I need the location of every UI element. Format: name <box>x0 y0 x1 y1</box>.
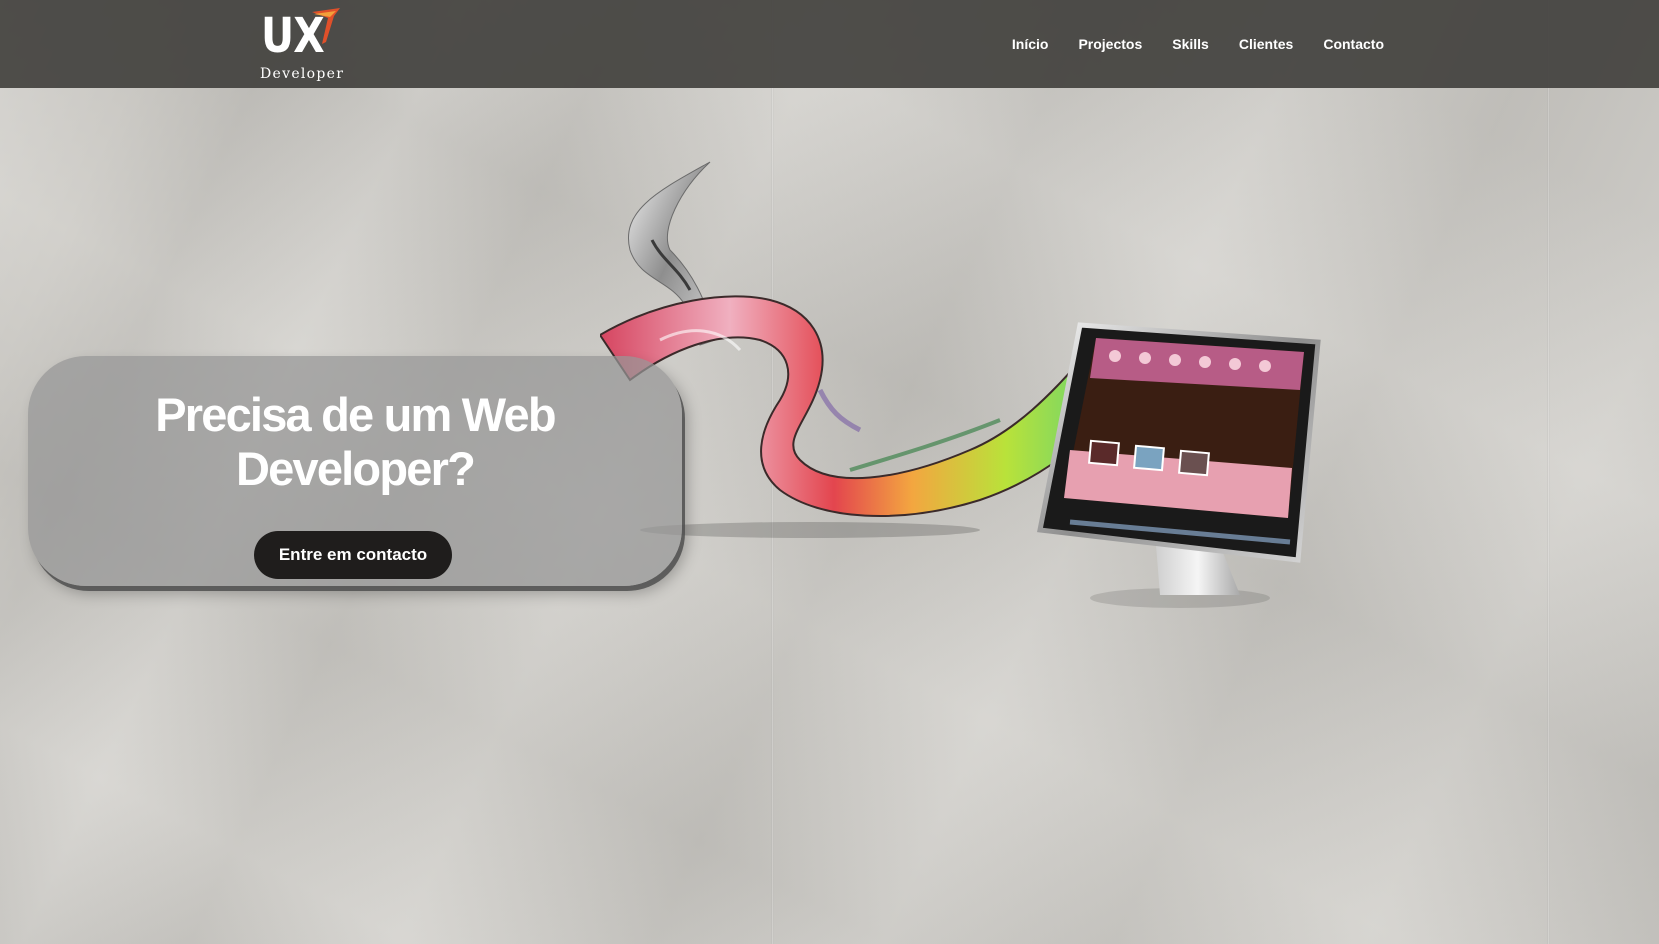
page: UX Developer Início Projectos Skills Cli… <box>0 0 1659 944</box>
site-header: UX Developer Início Projectos Skills Cli… <box>0 0 1659 88</box>
nav-item-contacto[interactable]: Contacto <box>1308 0 1399 88</box>
nav-item-clientes[interactable]: Clientes <box>1224 0 1308 88</box>
nav-item-skills[interactable]: Skills <box>1157 0 1224 88</box>
hero-title-line1: Precisa de um Web <box>155 388 556 441</box>
main-nav: Início Projectos Skills Clientes Contact… <box>997 0 1399 88</box>
nav-item-projectos[interactable]: Projectos <box>1063 0 1157 88</box>
paper-fold-line <box>1547 0 1550 944</box>
hero-title-line2: Developer? <box>236 442 476 495</box>
nav-item-inicio[interactable]: Início <box>997 0 1064 88</box>
site-logo[interactable]: UX Developer <box>258 4 358 84</box>
monitor-ribbon-illustration <box>600 161 1321 608</box>
contact-cta-button[interactable]: Entre em contacto <box>254 531 452 579</box>
hero-card: Precisa de um Web Developer? Entre em co… <box>28 356 682 586</box>
logo-subtitle: Developer <box>260 66 345 82</box>
hero-title: Precisa de um Web Developer? <box>28 388 682 496</box>
logo-swoosh-icon <box>312 8 340 44</box>
